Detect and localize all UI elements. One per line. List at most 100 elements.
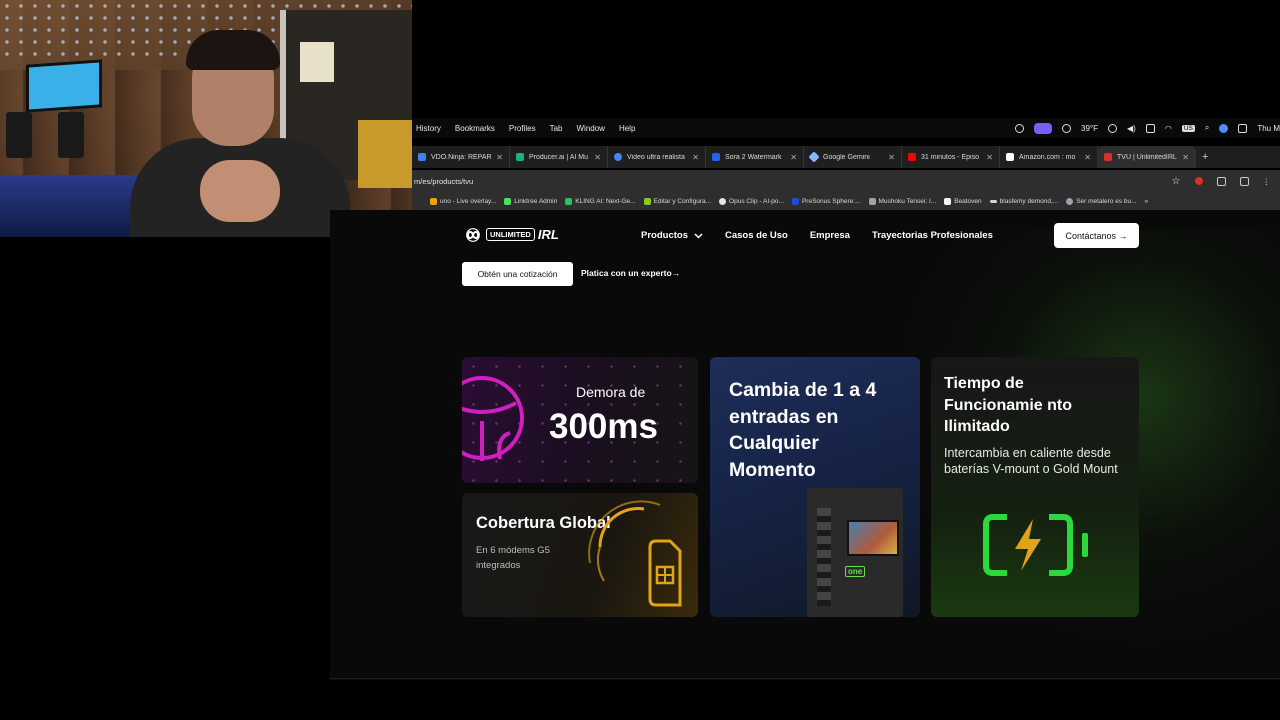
nav-empresa[interactable]: Empresa — [810, 230, 850, 241]
switch-title: Cambia de 1 a 4 entradas en Cualquier Mo… — [729, 379, 877, 481]
menu-items: History Bookmarks Profiles Tab Window He… — [412, 124, 635, 133]
tab-close-icon[interactable]: ✕ — [1084, 153, 1091, 162]
tab-title: VDO.Ninja: REPAR — [431, 153, 492, 161]
speaker-left — [6, 112, 32, 158]
status-tray: 39°F ◀) ◠ US ⌕ Thu M — [1015, 118, 1280, 138]
bookmark-label: Opus Clip - AI-po... — [729, 197, 784, 205]
menu-bookmarks[interactable]: Bookmarks — [455, 124, 495, 133]
tab-31-minutos[interactable]: 31 minutos - Episo ✕ — [902, 146, 1000, 168]
bookmark-item[interactable]: Ser metalero es bu... — [1066, 197, 1137, 205]
tab-close-icon[interactable]: ✕ — [986, 153, 993, 162]
address-bar: m/es/products/tvu ☆ ⋮ — [412, 170, 1280, 192]
tab-close-icon[interactable]: ✕ — [888, 153, 895, 162]
menu-history[interactable]: History — [416, 124, 441, 133]
streamer — [130, 20, 350, 237]
tab-tvu-unlimitedirl[interactable]: TVU | UnlimitedIRL ✕ — [1098, 146, 1196, 168]
tab-video-ultra[interactable]: Video ultra realista ✕ — [608, 146, 706, 168]
globe-icon — [462, 376, 524, 461]
control-center-icon[interactable] — [1238, 123, 1248, 133]
tab-amazon[interactable]: Amazon.com : mo ✕ — [1000, 146, 1098, 168]
screen-record-icon[interactable] — [1034, 122, 1053, 134]
nav-casos-de-uso[interactable]: Casos de Uso — [725, 230, 788, 241]
menu-tab[interactable]: Tab — [550, 124, 563, 133]
bookmark-item[interactable]: Mushoku Tensei: I... — [868, 197, 936, 205]
uptime-card: Tiempo de Funcionamie nto Ilimitado Inte… — [931, 357, 1139, 617]
webpage: UNLIMITED IRL Productos Casos de Uso Emp… — [330, 210, 1280, 680]
tab-google-gemini[interactable]: Google Gemini ✕ — [804, 146, 902, 168]
expert-link[interactable]: Platica con un experto→ — [581, 268, 680, 278]
bookmark-favicon — [504, 197, 512, 205]
bookmark-item[interactable]: Opus Clip - AI-po... — [719, 197, 784, 205]
bookmark-favicon — [643, 197, 651, 205]
bookmark-item[interactable]: Editar y Configura... — [643, 197, 712, 205]
tab-title: Producer.ai | AI Mu — [529, 153, 589, 161]
weather-readout[interactable]: 39°F — [1081, 124, 1098, 133]
tab-title: 31 minutos - Episo — [921, 153, 979, 161]
bookmark-item[interactable]: blasfemy demond,... — [989, 197, 1059, 205]
star-icon[interactable]: ☆ — [1172, 176, 1181, 187]
play-icon[interactable] — [1108, 123, 1117, 133]
input-source[interactable]: US — [1181, 124, 1195, 132]
bookmarks-overflow-icon[interactable]: » — [1145, 198, 1149, 205]
bookmark-label: uno - Live overlay... — [440, 197, 497, 205]
unlimitedirl-logo[interactable]: UNLIMITED IRL — [463, 227, 559, 242]
tab-sora-watermark[interactable]: Sora 2 Watermark ✕ — [706, 146, 804, 168]
menu-window[interactable]: Window — [577, 124, 605, 133]
gemini-icon — [808, 151, 820, 163]
recording-icon[interactable] — [1194, 177, 1203, 185]
menu-dots-icon[interactable]: ⋮ — [1263, 177, 1271, 186]
quote-button[interactable]: Obtén una cotización — [462, 262, 573, 286]
bookmark-item[interactable]: Beatoven — [944, 197, 982, 205]
screen: History Bookmarks Profiles Tab Window He… — [0, 0, 1280, 720]
bookmark-item[interactable]: Linktree Admin — [504, 197, 557, 205]
bookmark-item[interactable]: PreSonus Sphere:... — [791, 197, 861, 205]
tab-close-icon[interactable]: ✕ — [1182, 153, 1189, 162]
volume-icon[interactable]: ◀) — [1127, 124, 1136, 133]
bookmark-item[interactable]: uno - Live overlay... — [430, 197, 497, 205]
contact-button[interactable]: Contáctanos → — [1054, 223, 1139, 248]
tab-vdo-ninja[interactable]: VDO.Ninja: REPAR ✕ — [412, 146, 510, 168]
bookmark-favicon — [944, 197, 952, 205]
tab-close-icon[interactable]: ✕ — [594, 153, 601, 162]
nav-trayectorias[interactable]: Trayectorias Profesionales — [872, 230, 993, 241]
new-tab-icon[interactable]: + — [1202, 151, 1208, 163]
window-icon[interactable] — [1145, 123, 1155, 133]
bookmark-label: Ser metalero es bu... — [1076, 197, 1137, 205]
menu-help[interactable]: Help — [619, 124, 635, 133]
bookmark-item[interactable]: KLING AI: Next-Ge... — [565, 197, 636, 205]
bookmark-label: Beatoven — [954, 197, 982, 205]
search-icon[interactable]: ⌕ — [1205, 123, 1209, 133]
menu-profiles[interactable]: Profiles — [509, 124, 536, 133]
tab-favicon — [516, 153, 524, 161]
tab-close-icon[interactable]: ✕ — [496, 153, 503, 162]
cloud-icon[interactable] — [1015, 123, 1025, 133]
tab-producer-ai[interactable]: Producer.ai | AI Mu ✕ — [510, 146, 608, 168]
bookmark-label: Editar y Configura... — [653, 197, 712, 205]
target-icon[interactable] — [1062, 123, 1072, 133]
url-field[interactable]: m/es/products/tvu — [412, 177, 1172, 186]
toolbar-icons: ☆ ⋮ — [1172, 176, 1280, 187]
bookmark-favicon — [430, 197, 437, 205]
uptime-subtitle: Intercambia en caliente desde baterías V… — [944, 446, 1118, 476]
wifi-icon[interactable]: ◠ — [1165, 124, 1172, 133]
bookmark-label: blasfemy demond,... — [999, 197, 1059, 205]
global-subtitle: En 6 módems G5 integrados — [476, 545, 550, 571]
nav-links: Productos Casos de Uso Empresa Trayector… — [641, 230, 993, 241]
sidebar-icon[interactable] — [1239, 176, 1249, 186]
tab-close-icon[interactable]: ✕ — [692, 153, 699, 162]
nav-productos-label: Productos — [641, 230, 688, 241]
tab-title: Amazon.com : mo — [1019, 153, 1076, 161]
switch-inputs-card: Cambia de 1 a 4 entradas en Cualquier Mo… — [710, 357, 920, 617]
tab-title: Google Gemini — [823, 153, 870, 161]
youtube-icon — [908, 153, 916, 161]
tab-close-icon[interactable]: ✕ — [790, 153, 797, 162]
nav-productos[interactable]: Productos — [641, 230, 703, 241]
tvu-one-device-image: one — [807, 488, 903, 617]
latency-value: 300ms — [549, 407, 658, 446]
latency-card: Demora de 300ms — [462, 357, 698, 483]
siri-icon[interactable] — [1219, 123, 1229, 133]
clock[interactable]: Thu M — [1257, 124, 1280, 133]
tab-favicon — [614, 153, 622, 161]
extensions-icon[interactable] — [1216, 176, 1226, 186]
device-badge: one — [845, 566, 866, 577]
